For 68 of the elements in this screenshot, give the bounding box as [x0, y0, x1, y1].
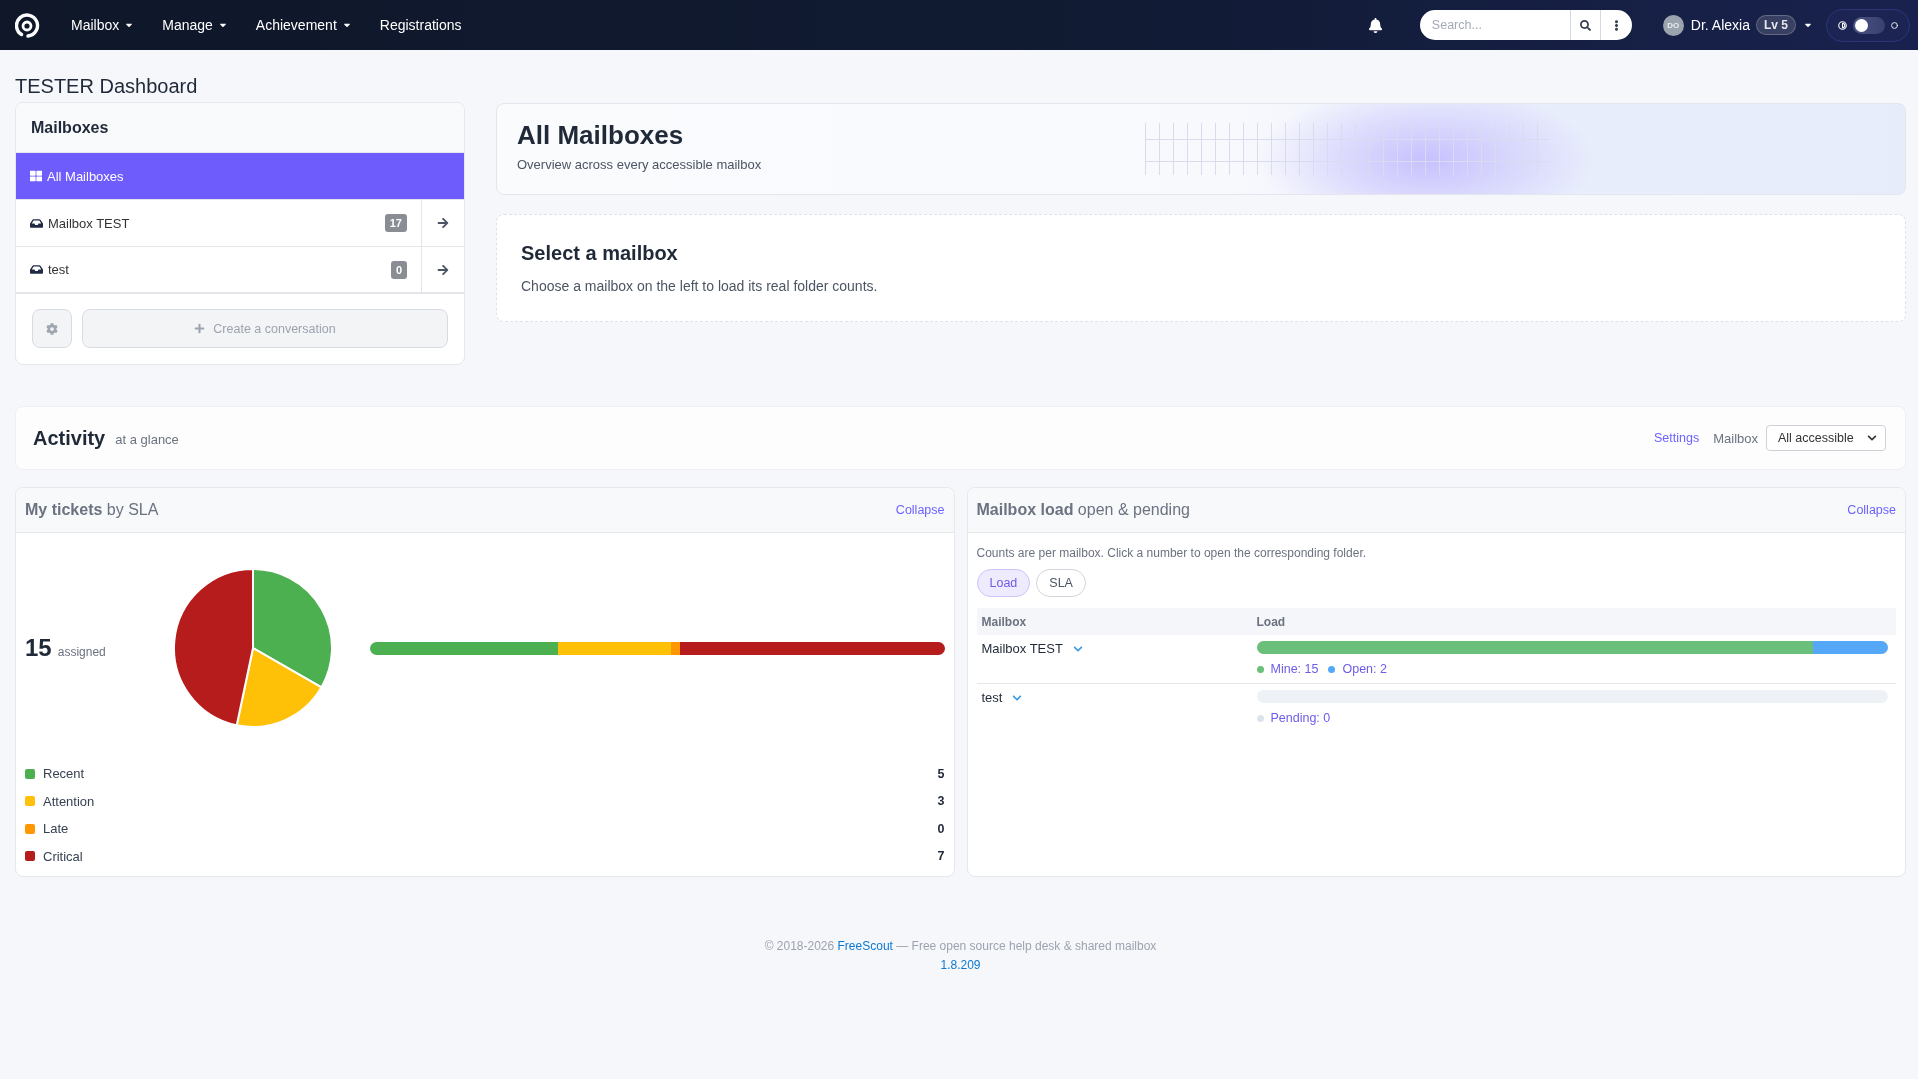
page-title: TESTER Dashboard [15, 74, 198, 98]
level-badge: Lv 5 [1756, 15, 1796, 35]
legend-label: Late [43, 821, 69, 837]
select-mailbox-title: Select a mailbox [521, 241, 678, 265]
count-badge: 0 [390, 260, 407, 279]
footer-copyright: © 2018-2026 FreeScout — Free open source help desk & shared mailbox [764, 938, 1157, 955]
grid-icon [30, 170, 42, 182]
search-field[interactable]: Search... [1419, 10, 1570, 40]
overview-title: All Mailboxes [517, 120, 684, 150]
search-button[interactable] [1569, 10, 1600, 40]
arrow-right-icon [437, 263, 449, 276]
nav-menu-item[interactable]: Registrations [365, 0, 476, 50]
search-icon [1579, 19, 1591, 31]
legend-count: 0 [937, 821, 945, 836]
mailbox-name: Mailbox TEST [981, 641, 1063, 657]
panel-title: Mailboxes [16, 103, 464, 153]
arrow-right-icon [437, 217, 449, 229]
settings-icon [46, 322, 58, 335]
card-title: Mailbox load open & pending [976, 501, 1190, 519]
mailbox-list-item[interactable]: Mailbox TEST [16, 200, 385, 246]
plus-icon [194, 323, 206, 334]
mailbox-filter-label: Mailbox [1713, 430, 1758, 446]
ticket-total: 15 [25, 634, 52, 662]
mailbox-name: test [981, 690, 1003, 706]
overview-subtitle: Overview across every accessible mailbox [517, 157, 762, 173]
nav-menu-item[interactable]: Manage [148, 0, 242, 50]
activity-title: Activity [33, 426, 106, 450]
legend-label: Recent [43, 766, 85, 782]
folder-count-link[interactable]: Pending: 0 [1270, 711, 1331, 725]
card-title: My tickets by SLA [25, 501, 159, 519]
freescout-link[interactable]: FreeScout [837, 939, 893, 953]
mailbox-select[interactable]: All accessible [1766, 425, 1886, 451]
view-tab[interactable]: Load [976, 569, 1031, 597]
mailbox-list-item[interactable]: All Mailboxes [16, 153, 464, 199]
bell-icon[interactable] [1367, 17, 1383, 33]
column-header: Mailbox [980, 614, 1028, 629]
inbox-icon [30, 263, 43, 276]
column-header: Load [1255, 614, 1287, 629]
chevron-down-icon[interactable] [1012, 693, 1023, 703]
collapse-link[interactable]: Collapse [895, 503, 945, 517]
logo-icon[interactable] [15, 12, 41, 38]
theme-switch[interactable] [1853, 16, 1885, 34]
ticket-total-label: assigned [57, 645, 106, 659]
activity-subtitle: at a glance [115, 432, 179, 447]
nav-menu-item[interactable]: Mailbox [57, 0, 149, 50]
user-name[interactable]: Dr. Alexia [1690, 17, 1750, 33]
count-badge: 17 [384, 214, 407, 232]
legend-count: 3 [937, 794, 945, 809]
legend-label: Attention [43, 793, 95, 809]
legend-count: 5 [937, 766, 945, 781]
view-tab[interactable]: SLA [1036, 569, 1086, 597]
settings-link[interactable]: Settings [1654, 431, 1700, 445]
mailbox-list-item[interactable]: test [16, 247, 391, 292]
select-mailbox-text: Choose a mailbox on the left to load its real folder counts. [521, 277, 878, 295]
legend-label: Critical [43, 848, 83, 864]
chevron-down-icon [1867, 433, 1877, 443]
legend-count: 7 [937, 849, 945, 864]
chevron-down-icon[interactable] [1072, 644, 1083, 654]
folder-count-link[interactable]: Mine: 15 [1270, 662, 1319, 676]
nav-menu-item[interactable]: Achievement [241, 0, 366, 50]
folder-count-link[interactable]: Open: 2 [1342, 662, 1387, 676]
version-link[interactable]: 1.8.209 [940, 958, 981, 972]
load-note: Counts are per mailbox. Click a number to open the corresponding folder. [976, 545, 1368, 561]
inbox-icon [30, 216, 43, 230]
more-button[interactable] [1599, 10, 1632, 40]
contrast-icon [1838, 20, 1847, 30]
circle-icon [1891, 21, 1898, 29]
collapse-link[interactable]: Collapse [1847, 503, 1896, 517]
